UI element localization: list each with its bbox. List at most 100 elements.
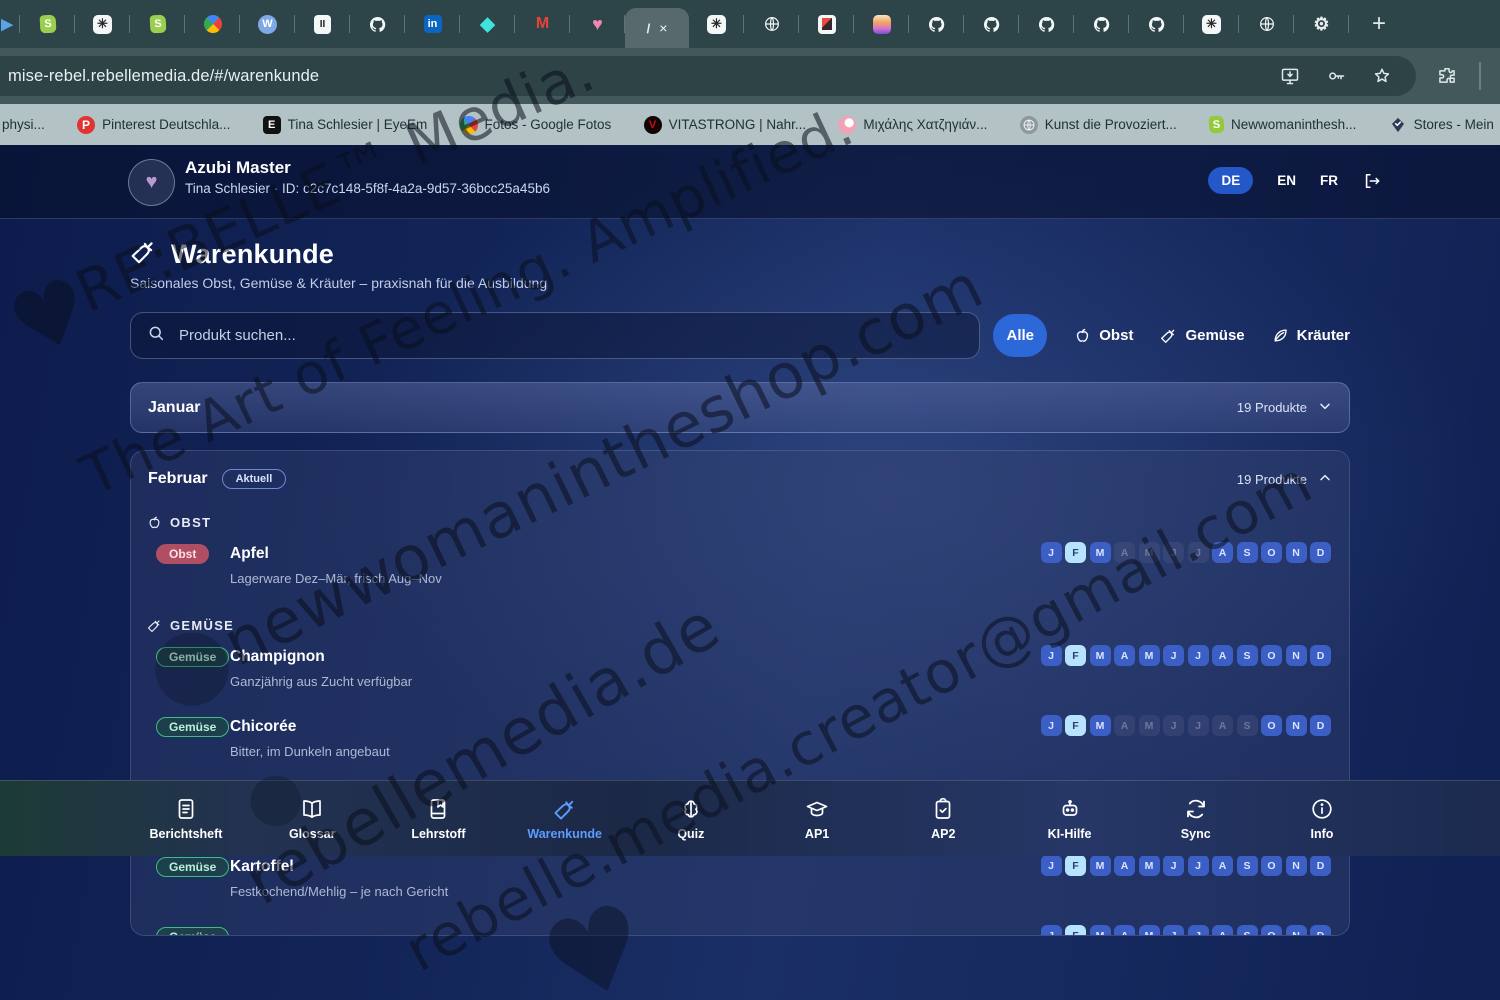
month-pill-3: M bbox=[1090, 645, 1111, 666]
nav-label: Warenkunde bbox=[527, 827, 602, 841]
month-pill-7: J bbox=[1188, 542, 1209, 563]
nav-item-glossar[interactable]: Glossar bbox=[264, 781, 360, 856]
password-key-icon[interactable] bbox=[1326, 66, 1346, 86]
bookmark-item[interactable]: SNewwomaninthesh... bbox=[1209, 116, 1356, 133]
bookmark-item[interactable]: PPinterest Deutschla... bbox=[77, 116, 230, 134]
pinned-tab-linkedin[interactable]: in bbox=[405, 0, 460, 48]
category-badge: Gemüse bbox=[156, 927, 229, 936]
pinned-tab-ai-swirl-3[interactable]: ✳ bbox=[1184, 0, 1239, 48]
arrow-icon: ▶ bbox=[1, 15, 13, 33]
bookmark-item[interactable]: VVITASTRONG | Nahr... bbox=[644, 116, 807, 134]
pinned-tab-shared-link[interactable]: ▶ bbox=[0, 0, 20, 48]
pinned-tab-gradient-app[interactable] bbox=[854, 0, 909, 48]
new-tab-button[interactable]: + bbox=[1355, 0, 1403, 48]
globe-icon bbox=[1258, 15, 1276, 33]
language-button-en[interactable]: EN bbox=[1277, 173, 1296, 188]
month-pill-3: M bbox=[1090, 925, 1111, 936]
pinned-tab-ai-swirl-2[interactable]: ✳ bbox=[689, 0, 744, 48]
carrot-icon bbox=[553, 797, 577, 821]
pinned-tab-image-site[interactable] bbox=[799, 0, 854, 48]
swirl-icon: ✳ bbox=[1202, 15, 1221, 34]
product-row[interactable]: GemüseJFMAMJJASOND bbox=[131, 923, 1349, 936]
bookmark-item[interactable]: physi... bbox=[2, 117, 45, 132]
bookmark-item[interactable]: ETina Schlesier | EyeEm bbox=[263, 116, 428, 134]
pinned-tab-github-5[interactable] bbox=[1074, 0, 1129, 48]
product-title: Kartoffel bbox=[230, 858, 294, 876]
pinned-tab-ai-swirl[interactable]: ✳ bbox=[75, 0, 130, 48]
month-section-januar[interactable]: Januar 19 Produkte bbox=[130, 382, 1350, 433]
nav-item-ap2[interactable]: AP2 bbox=[895, 781, 991, 856]
month-pill-9: S bbox=[1237, 542, 1258, 563]
pinned-tab-wordpress[interactable]: W bbox=[240, 0, 295, 48]
pinned-tab-gmail[interactable]: M bbox=[515, 0, 570, 48]
sync-icon bbox=[1184, 797, 1208, 821]
gradient-icon bbox=[873, 15, 891, 34]
pinned-tab-github-3[interactable] bbox=[964, 0, 1019, 48]
gear-icon: ⚙ bbox=[1313, 15, 1329, 33]
logout-icon[interactable] bbox=[1362, 171, 1382, 191]
search-box[interactable] bbox=[130, 312, 980, 359]
install-app-icon[interactable] bbox=[1280, 66, 1300, 86]
month-pill-2: F bbox=[1065, 715, 1086, 736]
carrot-icon bbox=[147, 618, 162, 633]
carrot-icon bbox=[1160, 327, 1177, 344]
product-title: Champignon bbox=[230, 648, 325, 666]
bookmark-item[interactable]: Fotos - Google Fotos bbox=[460, 116, 612, 134]
pinned-tab-web-globe-2[interactable] bbox=[1239, 0, 1294, 48]
pinned-tab-settings-gear[interactable]: ⚙ bbox=[1294, 0, 1349, 48]
product-row-kartoffel[interactable]: GemüseKartoffelFestkochend/Mehlig – je n… bbox=[131, 853, 1349, 923]
bookmark-label: Stores - Mein bbox=[1414, 117, 1494, 132]
product-row-apfel[interactable]: ObstApfelLagerware Dez–Mär, frisch Aug–N… bbox=[131, 540, 1349, 604]
github-icon bbox=[982, 15, 1001, 34]
bookmark-item[interactable]: Μιχάλης Χατζηγιάν... bbox=[838, 116, 987, 134]
pinned-tab-github-2[interactable] bbox=[909, 0, 964, 48]
pinned-tab-shopify-store-2[interactable]: S bbox=[130, 0, 185, 48]
active-tab[interactable]: /× bbox=[625, 8, 689, 48]
pinned-tab-heart-app[interactable]: ♥ bbox=[570, 0, 625, 48]
month-pill-4: A bbox=[1114, 542, 1135, 563]
search-input[interactable] bbox=[177, 326, 963, 345]
filter-obst[interactable]: Obst bbox=[1074, 327, 1133, 344]
bookmark-label: Newwomaninthesh... bbox=[1231, 117, 1356, 132]
month-pill-10: O bbox=[1261, 715, 1282, 736]
chevron-up-icon[interactable] bbox=[1317, 470, 1333, 489]
pinned-tab-github[interactable] bbox=[350, 0, 405, 48]
language-button-de[interactable]: DE bbox=[1208, 167, 1253, 194]
nav-label: KI-Hilfe bbox=[1048, 827, 1092, 841]
month-section-februar[interactable]: Februar Aktuell 19 Produkte bbox=[131, 451, 1349, 501]
filter-alle[interactable]: Alle bbox=[993, 314, 1047, 357]
product-row-chicorée[interactable]: GemüseChicoréeBitter, im Dunkeln angebau… bbox=[131, 713, 1349, 783]
nav-item-warenkunde[interactable]: Warenkunde bbox=[517, 781, 613, 856]
pinned-tab-diamond-app[interactable]: ◆ bbox=[460, 0, 515, 48]
nav-item-info[interactable]: Info bbox=[1274, 781, 1370, 856]
nav-item-lehrstoff[interactable]: Lehrstoff bbox=[390, 781, 486, 856]
address-bar[interactable]: mise-rebel.rebellemedia.de/#/warenkunde bbox=[0, 56, 1416, 96]
nav-item-sync[interactable]: Sync bbox=[1148, 781, 1244, 856]
pinned-tab-github-4[interactable] bbox=[1019, 0, 1074, 48]
bookmark-label: Fotos - Google Fotos bbox=[485, 117, 612, 132]
filter-gemüse[interactable]: Gemüse bbox=[1160, 327, 1244, 344]
extensions-icon[interactable] bbox=[1437, 65, 1457, 85]
close-tab-icon[interactable]: × bbox=[659, 21, 667, 35]
nav-item-quiz[interactable]: Quiz bbox=[643, 781, 739, 856]
filter-kräuter[interactable]: Kräuter bbox=[1272, 327, 1350, 344]
bookmark-item[interactable]: Kunst die Provoziert... bbox=[1020, 116, 1177, 134]
bookmark-star-icon[interactable] bbox=[1372, 66, 1392, 86]
pinned-tab-shopify-store[interactable]: S bbox=[20, 0, 75, 48]
language-button-fr[interactable]: FR bbox=[1320, 173, 1338, 188]
nav-item-ap1[interactable]: AP1 bbox=[769, 781, 865, 856]
heart-logo-icon: ♥ bbox=[146, 171, 158, 194]
pinned-tab-web-globe[interactable] bbox=[744, 0, 799, 48]
github-icon bbox=[368, 15, 387, 34]
product-row-champignon[interactable]: GemüseChampignonGanzjährig aus Zucht ver… bbox=[131, 643, 1349, 713]
chevron-down-icon[interactable] bbox=[1317, 398, 1333, 417]
month-pill-10: O bbox=[1261, 542, 1282, 563]
pinned-tab-pause-media[interactable]: II bbox=[295, 0, 350, 48]
nav-item-ki-hilfe[interactable]: KI-Hilfe bbox=[1022, 781, 1118, 856]
pinned-tab-google-photos[interactable] bbox=[185, 0, 240, 48]
pinned-tab-github-6[interactable] bbox=[1129, 0, 1184, 48]
nav-item-berichtsheft[interactable]: Berichtsheft bbox=[138, 781, 234, 856]
leaf-icon bbox=[1272, 327, 1289, 344]
bookmark-item[interactable]: Stores - Mein bbox=[1389, 116, 1494, 134]
month-pill-7: J bbox=[1188, 925, 1209, 936]
